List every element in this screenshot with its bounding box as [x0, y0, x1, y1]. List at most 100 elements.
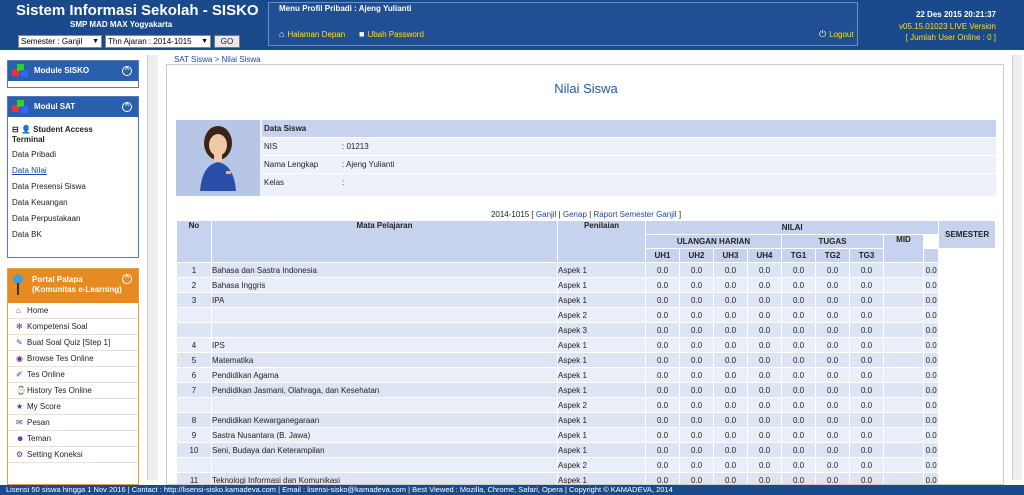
nis-row: NIS: 01213	[262, 138, 996, 156]
cell-uh3: 0.0	[713, 277, 748, 293]
logout-link[interactable]: ⏻ Logout	[819, 29, 854, 40]
cell-no: 11	[176, 472, 212, 484]
genap-link[interactable]: Genap	[563, 210, 587, 219]
semester-select-value: Semester : Ganjil	[21, 37, 83, 46]
cell-semester: 0.0	[922, 277, 940, 293]
cell-tg3: 0.0	[849, 412, 884, 428]
cell-mapel: Bahasa dan Sastra Indonesia	[211, 262, 558, 278]
portal-item-teman[interactable]: ☻ Teman	[8, 431, 138, 447]
module-sisko-header[interactable]: Module SISKO ^	[8, 61, 138, 81]
portal-item-setting[interactable]: ⚙ Setting Koneksi	[8, 447, 138, 463]
cell-tg3: 0.0	[849, 277, 884, 293]
cell-tg3: 0.0	[849, 472, 884, 484]
cell-uh1: 0.0	[645, 442, 680, 458]
change-password-link[interactable]: ■ Ubah Password	[359, 29, 424, 39]
cell-tg3: 0.0	[849, 367, 884, 383]
portal-item-label: Buat Soal Quiz [Step 1]	[27, 338, 111, 347]
cell-tg2: 0.0	[815, 442, 850, 458]
module-sat-header[interactable]: Modul SAT ^	[8, 97, 138, 117]
go-button[interactable]: GO	[214, 35, 240, 48]
portal-item-kompetensi[interactable]: ✻ Kompetensi Soal	[8, 319, 138, 335]
cell-tg1: 0.0	[781, 262, 816, 278]
cell-mapel	[211, 322, 558, 338]
bracket-close: ]	[676, 210, 682, 219]
col-header-nilai: NILAI	[644, 220, 940, 235]
cell-mid	[883, 352, 924, 368]
cell-tg1: 0.0	[781, 292, 816, 308]
cell-uh2: 0.0	[679, 412, 714, 428]
cell-mapel	[211, 457, 558, 473]
portal-item-pesan[interactable]: ✉ Pesan	[8, 415, 138, 431]
link-data-bk[interactable]: Data BK	[8, 227, 138, 243]
portal-item-label: Tes Online	[27, 370, 65, 379]
cell-uh1: 0.0	[645, 322, 680, 338]
cell-penilaian: Aspek 1	[557, 382, 646, 398]
version-info: v05.15.01023 LIVE Version [ Jumlah User …	[899, 21, 996, 43]
cell-mapel: Sastra Nusantara (B. Jawa)	[211, 427, 558, 443]
cell-uh4: 0.0	[747, 277, 782, 293]
class-value: :	[342, 178, 345, 187]
link-data-pribadi[interactable]: Data Pribadi	[8, 147, 138, 163]
main-content: SAT Siswa > Nilai Siswa Nilai Siswa Data…	[166, 50, 1010, 485]
student-heading-label: Data Siswa	[264, 124, 307, 133]
table-row: Aspek 2 0.0 0.0 0.0 0.0 0.0 0.0 0.0 0.0	[176, 397, 996, 413]
portal-item-my-score[interactable]: ★ My Score	[8, 399, 138, 415]
cell-uh1: 0.0	[645, 307, 680, 323]
portal-palapa-panel: ^ Portal Palapa (Komunitas e-Learning) ⌂…	[7, 268, 139, 485]
year-select[interactable]: Thn Ajaran : 2014-1015 ▼	[105, 35, 211, 48]
gear-icon: ⚙	[16, 450, 24, 459]
portal-palapa-header[interactable]: ^ Portal Palapa (Komunitas e-Learning)	[8, 269, 138, 303]
portal-item-tes-online[interactable]: ✐ Tes Online	[8, 367, 138, 383]
cell-no: 6	[176, 367, 212, 383]
nis-label: NIS	[264, 142, 278, 151]
col-header-uh1: UH1	[645, 248, 680, 263]
portal-item-home[interactable]: ⌂ Home	[8, 303, 138, 319]
cell-tg2: 0.0	[815, 307, 850, 323]
cell-mapel: Pendidikan Kewarganegaraan	[211, 412, 558, 428]
cell-penilaian: Aspek 1	[557, 292, 646, 308]
page-scrollbar[interactable]	[1012, 55, 1022, 480]
home-link[interactable]: ⌂ Halaman Depan	[279, 29, 345, 39]
cell-semester: 0.0	[922, 412, 940, 428]
cell-uh1: 0.0	[645, 352, 680, 368]
cell-uh2: 0.0	[679, 292, 714, 308]
collapse-icon[interactable]: ^	[122, 66, 132, 76]
cell-tg3: 0.0	[849, 352, 884, 368]
cell-uh3: 0.0	[713, 292, 748, 308]
ganjil-link[interactable]: Ganjil	[536, 210, 556, 219]
star-icon: ★	[16, 402, 24, 411]
sidebar-scrollbar[interactable]	[147, 55, 158, 480]
portal-item-browse-tes[interactable]: ◉ Browse Tes Online	[8, 351, 138, 367]
portal-item-label: Browse Tes Online	[27, 354, 94, 363]
cell-no: 5	[176, 352, 212, 368]
portal-item-history[interactable]: ⌚History Tes Online	[8, 383, 138, 399]
collapse-icon[interactable]: ^	[122, 102, 132, 112]
link-data-nilai[interactable]: Data Nilai	[8, 163, 138, 179]
cell-uh4: 0.0	[747, 412, 782, 428]
edit-icon: ✐	[16, 370, 23, 379]
cell-uh4: 0.0	[747, 367, 782, 383]
version-text: v05.15.01023 LIVE Version	[899, 22, 996, 31]
link-data-presensi[interactable]: Data Presensi Siswa	[8, 179, 138, 195]
col-header-semester: SEMESTER	[938, 220, 996, 249]
link-data-perpustakaan[interactable]: Data Perpustakaan	[8, 211, 138, 227]
cell-tg3: 0.0	[849, 457, 884, 473]
cell-uh1: 0.0	[645, 277, 680, 293]
raport-link[interactable]: Raport Semester Ganjil	[593, 210, 676, 219]
student-info-heading: Data Siswa	[262, 120, 996, 138]
tree-minus-icon[interactable]: ⊟	[12, 125, 19, 134]
sidebar: Module SISKO ^ Modul SAT ^ ⊟ 👤 Student A…	[0, 50, 160, 485]
cell-mapel: Bahasa Inggris	[211, 277, 558, 293]
portal-item-buat-soal[interactable]: ✎ Buat Soal Quiz [Step 1]	[8, 335, 138, 351]
home-link-label: Halaman Depan	[287, 30, 346, 39]
collapse-icon[interactable]: ^	[122, 274, 132, 284]
module-sisko-label: Module SISKO	[34, 66, 90, 75]
cell-uh2: 0.0	[679, 397, 714, 413]
breadcrumb[interactable]: SAT Siswa > Nilai Siswa	[174, 55, 261, 64]
link-data-keuangan[interactable]: Data Keuangan	[8, 195, 138, 211]
chevron-down-icon: ▼	[92, 38, 99, 45]
cell-semester: 0.0	[922, 472, 940, 484]
year-label: 2014-1015 [	[490, 210, 534, 219]
name-value: : Ajeng Yulianti	[342, 160, 395, 169]
semester-select[interactable]: Semester : Ganjil ▼	[18, 35, 102, 48]
